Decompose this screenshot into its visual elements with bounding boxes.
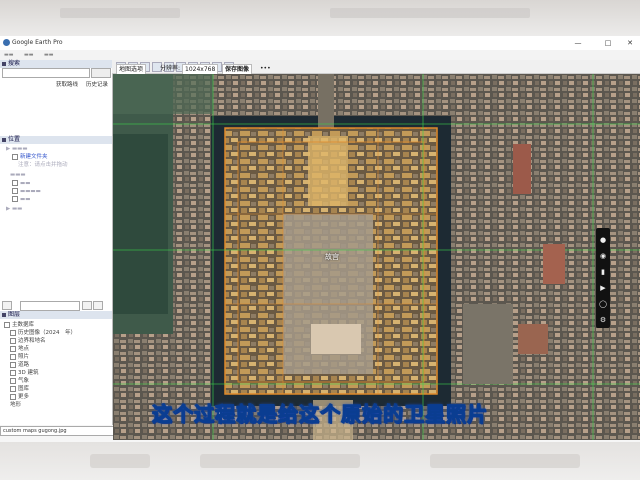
layer-weather[interactable]: 气象 (10, 376, 29, 384)
checkbox[interactable] (10, 353, 16, 360)
map-view[interactable]: 故宫 (113, 74, 640, 440)
layer-button[interactable] (82, 301, 92, 310)
layer-button[interactable] (93, 301, 103, 310)
search-button[interactable] (91, 68, 111, 78)
close-button[interactable]: ✕ (620, 37, 640, 49)
tree-item[interactable]: ▶ ▬▬ (6, 206, 22, 212)
satellite-imagery[interactable] (113, 74, 640, 440)
tree-item[interactable]: ▬▬▬▬ (12, 188, 41, 195)
mic-icon[interactable]: ▮ (599, 268, 607, 276)
video-subtitle: 这个过程就是给这个原始的卫星照片 (152, 402, 488, 427)
layer-roads[interactable]: 道路 (10, 360, 29, 368)
screen-recorder-toolbar: ● ◉ ▮ ▶ ◯ ⚙ (596, 228, 610, 328)
camera-icon[interactable]: ● (599, 236, 607, 244)
checkbox[interactable] (10, 329, 16, 336)
left-panel: 搜索 获取路线 历史记录 位置 ▶ ▬▬▬ 新建文件夹 注意：请点击并拖动 ▬▬… (0, 60, 113, 430)
checkbox[interactable] (10, 337, 16, 344)
title-bar: Google Earth Pro — □ ✕ (0, 36, 640, 51)
checkbox[interactable] (12, 188, 18, 194)
more-menu[interactable]: ••• (258, 64, 273, 73)
layer-photos[interactable]: 照片 (10, 352, 29, 360)
globe-icon[interactable]: ◯ (599, 300, 607, 308)
image-path-field[interactable]: custom maps gugong.jpg (0, 426, 130, 436)
layer-gallery[interactable]: 图库 (10, 384, 29, 392)
blur-block (430, 454, 580, 468)
blur-block (330, 8, 530, 18)
maximize-button[interactable]: □ (598, 37, 618, 49)
places-section-header[interactable]: 位置 (0, 136, 112, 144)
menu-item[interactable]: ▬▬ (24, 52, 33, 58)
checkbox[interactable] (10, 377, 16, 384)
collapse-icon (2, 313, 6, 317)
map-place-label: 故宫 (325, 253, 339, 261)
checkbox[interactable] (12, 196, 18, 202)
blur-block (200, 454, 360, 468)
layer-places[interactable]: 地点 (10, 344, 29, 352)
blur-block (90, 454, 150, 468)
layer-primary-database[interactable]: 主数据库 (4, 320, 34, 328)
checkbox[interactable] (12, 180, 18, 186)
tour-icon[interactable]: ▶ (599, 284, 607, 292)
history-link[interactable]: 历史记录 (86, 80, 108, 88)
tree-item[interactable]: ▬▬▬ (10, 172, 26, 178)
checkbox[interactable] (4, 321, 10, 328)
search-section-header[interactable]: 搜索 (0, 60, 112, 68)
window-title: Google Earth Pro (12, 39, 63, 46)
get-directions-link[interactable]: 获取路线 (56, 80, 78, 88)
blurred-bottom-strip (0, 442, 640, 480)
checkbox[interactable] (10, 385, 16, 392)
blurred-top-strip (0, 0, 640, 36)
google-earth-icon (3, 39, 10, 46)
layer-3d-buildings[interactable]: 3D 建筑 (10, 368, 38, 376)
record-icon[interactable]: ◉ (599, 252, 607, 260)
tree-item[interactable]: ▬▬ (12, 196, 30, 203)
menu-item[interactable]: ▬▬ (4, 52, 13, 58)
collapse-icon (2, 62, 6, 66)
layer-borders[interactable]: 边界和地名 (10, 336, 46, 344)
layer-historical-imagery[interactable]: 历史图像（2024 年） (10, 328, 76, 336)
menu-item[interactable]: ▬▬ (44, 52, 53, 58)
places-hint: 注意：请点击并拖动 (18, 162, 68, 168)
search-layers-icon[interactable] (2, 301, 12, 310)
minimize-button[interactable]: — (568, 37, 588, 49)
collapse-icon (2, 138, 6, 142)
places-folder[interactable]: 新建文件夹 (12, 152, 48, 160)
checkbox[interactable] (12, 153, 18, 160)
checkbox[interactable] (10, 361, 16, 368)
menu-bar: ▬▬ ▬▬ ▬▬ (0, 50, 640, 60)
resolution-label: 分辨率: (160, 65, 181, 72)
settings-icon[interactable]: ⚙ (599, 316, 607, 324)
tree-item[interactable]: ▬▬ (12, 180, 30, 187)
search-input[interactable] (2, 68, 90, 78)
checkbox[interactable] (10, 345, 16, 352)
checkbox[interactable] (10, 369, 16, 376)
layers-search-input[interactable] (20, 301, 80, 311)
blur-block (60, 8, 180, 18)
layers-section-header[interactable]: 图层 (0, 311, 112, 319)
